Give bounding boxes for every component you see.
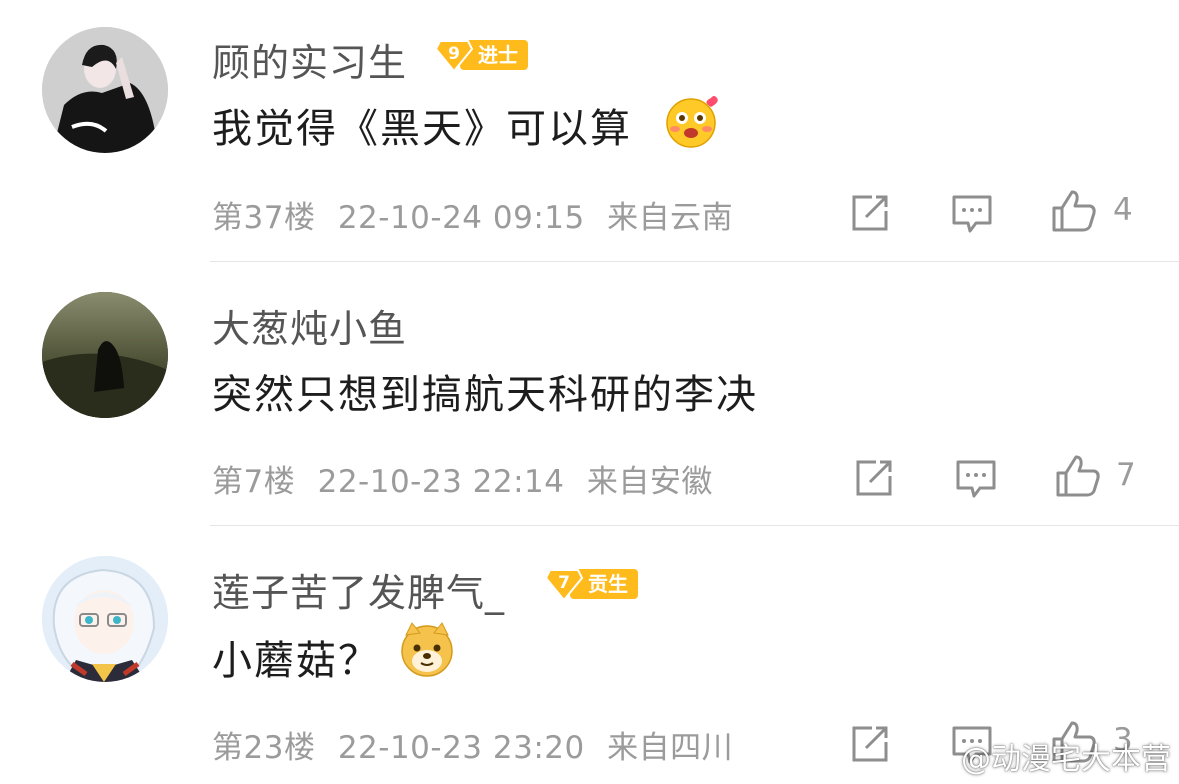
level-badge[interactable]: 9 进士	[434, 38, 528, 73]
doge-emoji	[401, 622, 453, 677]
avatar[interactable]	[42, 292, 168, 418]
level-badge[interactable]: 7 贡生	[544, 567, 638, 602]
username[interactable]: 顾的实习生	[212, 32, 407, 87]
share-icon[interactable]	[852, 456, 896, 500]
diamond-icon: 9	[434, 40, 474, 73]
comment-item: 顾的实习生 9 进士 我觉得《黑天》可以算 第37楼 22-10-24 09:1…	[0, 0, 1179, 262]
blushing-face-emoji	[666, 96, 718, 148]
comment-meta: 第23楼 22-10-23 23:20 来自四川	[212, 722, 733, 767]
comment-icon[interactable]	[950, 191, 994, 235]
username[interactable]: 莲子苦了发脾气_	[212, 562, 505, 617]
avatar[interactable]	[42, 27, 168, 153]
badge-level: 7	[558, 573, 570, 593]
comment-icon[interactable]	[954, 456, 998, 500]
share-icon[interactable]	[848, 722, 892, 766]
comment-datetime: 22-10-24 09:15	[337, 200, 585, 236]
share-icon[interactable]	[848, 191, 892, 235]
weibo-logo-icon	[910, 742, 953, 773]
avatar[interactable]	[42, 556, 168, 682]
comment-text: 我觉得《黑天》可以算	[212, 106, 632, 152]
like-icon[interactable]	[1050, 188, 1098, 236]
comment-location: 来自安徽	[586, 464, 713, 500]
like-count: 4	[1113, 192, 1133, 228]
watermark: @动漫宅大本营	[909, 734, 1171, 778]
comment-meta: 第37楼 22-10-24 09:15 来自云南	[212, 192, 733, 237]
floor-number: 第23楼	[212, 730, 316, 766]
like-icon[interactable]	[1054, 453, 1102, 501]
floor-number: 第7楼	[212, 464, 296, 500]
comment-text: 突然只想到搞航天科研的李决	[212, 372, 758, 418]
comment-meta: 第7楼 22-10-23 22:14 来自安徽	[212, 456, 713, 501]
watermark-text: @动漫宅大本营	[961, 742, 1171, 777]
comment-location: 来自云南	[607, 200, 734, 236]
comment-datetime: 22-10-23 23:20	[337, 730, 585, 766]
username[interactable]: 大葱炖小鱼	[212, 298, 407, 353]
comment-location: 来自四川	[607, 730, 734, 766]
diamond-icon: 7	[544, 569, 584, 602]
comment-text: 小蘑菇？	[212, 638, 380, 684]
floor-number: 第37楼	[212, 200, 316, 236]
comment-item: 大葱炖小鱼 突然只想到搞航天科研的李决 第7楼 22-10-23 22:14 来…	[0, 262, 1179, 526]
like-count: 7	[1116, 457, 1136, 493]
badge-level: 9	[448, 44, 460, 64]
comment-datetime: 22-10-23 22:14	[317, 464, 565, 500]
